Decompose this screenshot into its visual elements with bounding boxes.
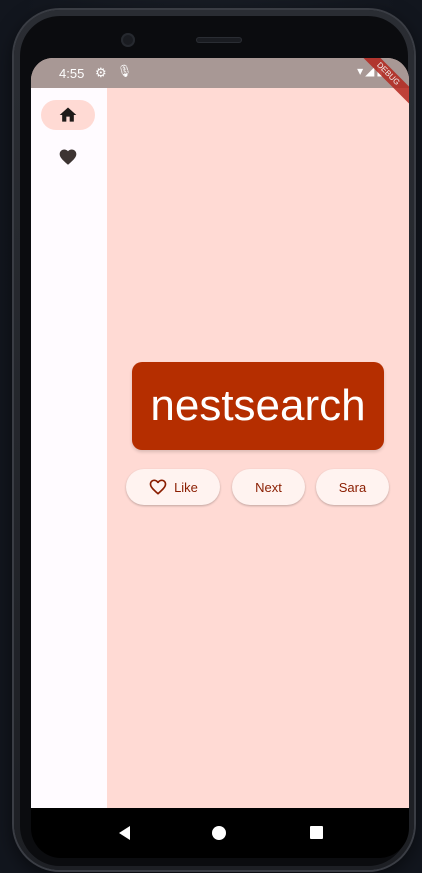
like-button[interactable]: Like: [126, 469, 220, 505]
front-camera: [121, 33, 135, 47]
rail-item-home[interactable]: [41, 100, 95, 130]
heart-icon: [59, 149, 77, 165]
rail-item-favorites[interactable]: [41, 142, 95, 172]
home-circle-icon[interactable]: [212, 826, 226, 840]
navigation-rail: [31, 88, 107, 808]
emulator-background: 4:55 ⚙ 🎙 ▾◢▮ DEBUG nestsearch: [0, 0, 422, 873]
app-screen: 4:55 ⚙ 🎙 ▾◢▮ DEBUG nestsearch: [31, 58, 409, 808]
next-button-label: Next: [255, 479, 282, 495]
gear-icon: ⚙: [95, 65, 107, 80]
back-icon[interactable]: [119, 826, 130, 840]
home-icon: [59, 107, 77, 122]
system-navigation-bar: [31, 808, 409, 858]
name-button-label: Sara: [338, 479, 367, 495]
mic-icon: 🎙: [117, 64, 133, 78]
heart-outline-icon: [149, 479, 167, 495]
next-button[interactable]: Next: [232, 469, 305, 505]
like-button-label: Like: [174, 479, 198, 495]
wifi-icon: ▾: [357, 64, 366, 78]
earpiece-speaker: [196, 37, 242, 43]
status-bar: 4:55 ⚙ 🎙 ▾◢▮ DEBUG: [31, 58, 409, 111]
word-pair-card: nestsearch: [132, 362, 384, 450]
name-button[interactable]: Sara: [316, 469, 389, 505]
word-pair-text: nestsearch: [150, 381, 366, 430]
status-time: 4:55: [59, 66, 85, 81]
recents-icon[interactable]: [310, 826, 323, 839]
